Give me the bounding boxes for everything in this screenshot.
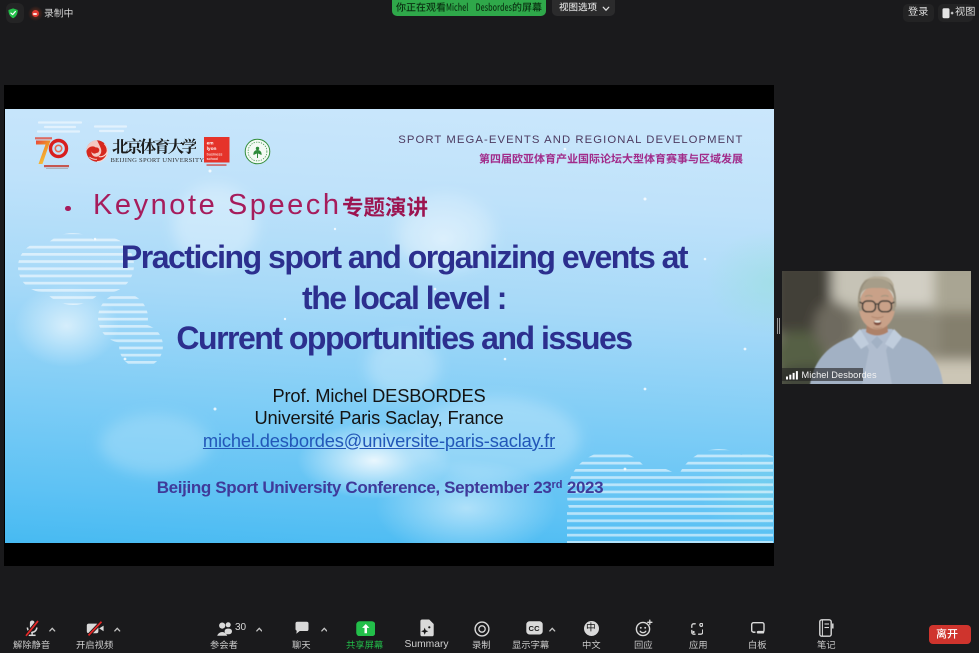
svg-text:CC: CC xyxy=(528,624,540,633)
svg-text:school: school xyxy=(207,156,219,161)
svg-text:em: em xyxy=(207,142,214,147)
